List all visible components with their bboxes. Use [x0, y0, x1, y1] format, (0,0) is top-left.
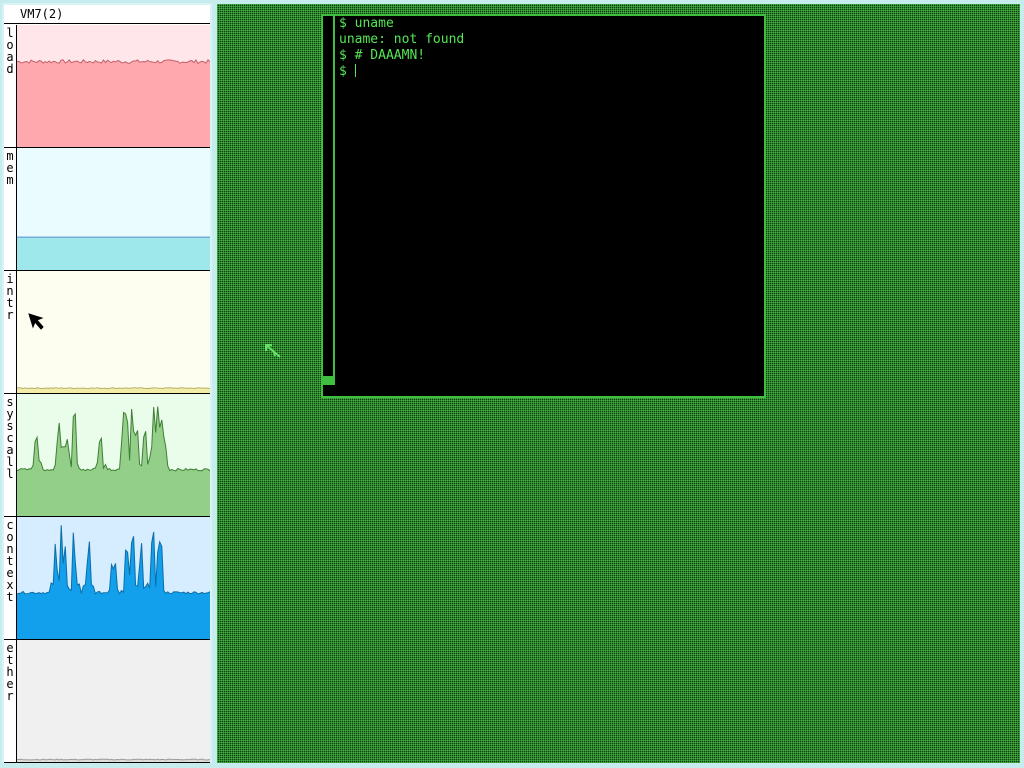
terminal-scrollbar-thumb[interactable] — [323, 376, 333, 383]
stats-panel-ether: e t h e r — [4, 640, 210, 763]
stats-panel-label: s y s c a l l — [4, 394, 17, 516]
terminal-prompt: $ — [339, 64, 355, 79]
terminal-line: uname: not found — [339, 32, 465, 47]
screen: VM7(2) l o a dm e mi n t rs y s c a l lc… — [0, 0, 1024, 768]
stats-graph-ether — [17, 640, 210, 762]
stats-panel-mem: m e m — [4, 148, 210, 271]
stats-graph-mem — [17, 148, 210, 270]
stats-graph-svg — [17, 517, 210, 639]
stats-graph-background — [17, 271, 210, 393]
terminal-scrollbar[interactable] — [323, 16, 335, 385]
stats-graph-context — [17, 517, 210, 639]
terminal-text-area[interactable]: $ uname uname: not found $ # DAAAMN! $ — [339, 16, 760, 80]
stats-panel-intr: i n t r — [4, 271, 210, 394]
stats-panel-label: l o a d — [4, 25, 17, 147]
stats-graph-svg — [17, 394, 210, 516]
stats-graph-svg — [17, 271, 210, 393]
stats-graph-syscall — [17, 394, 210, 516]
stats-panel-load: l o a d — [4, 25, 210, 148]
stats-panel-syscall: s y s c a l l — [4, 394, 210, 517]
mouse-pointer-icon — [28, 313, 44, 330]
move-cursor-icon — [265, 344, 281, 358]
stats-graph-area — [17, 237, 210, 270]
stats-panel-label: i n t r — [4, 271, 17, 393]
stats-graph-load — [17, 25, 210, 147]
stats-panel-label: e t h e r — [4, 640, 17, 762]
stats-graph-intr — [17, 271, 210, 393]
text-cursor — [354, 64, 356, 77]
stats-panel-label: m e m — [4, 148, 17, 270]
stats-graph-background — [17, 640, 210, 762]
stats-graph-svg — [17, 640, 210, 762]
terminal-prompt-line[interactable]: $ — [339, 64, 760, 80]
stats-window[interactable]: VM7(2) l o a dm e mi n t rs y s c a l lc… — [2, 3, 212, 763]
stats-graph-svg — [17, 148, 210, 270]
stats-graph-svg — [17, 25, 210, 147]
terminal-window[interactable]: $ uname uname: not found $ # DAAAMN! $ — [321, 14, 766, 398]
stats-panel-label: c o n t e x t — [4, 517, 17, 639]
stats-title: VM7(2) — [4, 5, 210, 24]
stats-graph-area — [17, 59, 210, 147]
terminal-line: $ # DAAAMN! — [339, 48, 426, 63]
terminal-line: $ uname — [339, 16, 394, 31]
stats-panel-context: c o n t e x t — [4, 517, 210, 640]
